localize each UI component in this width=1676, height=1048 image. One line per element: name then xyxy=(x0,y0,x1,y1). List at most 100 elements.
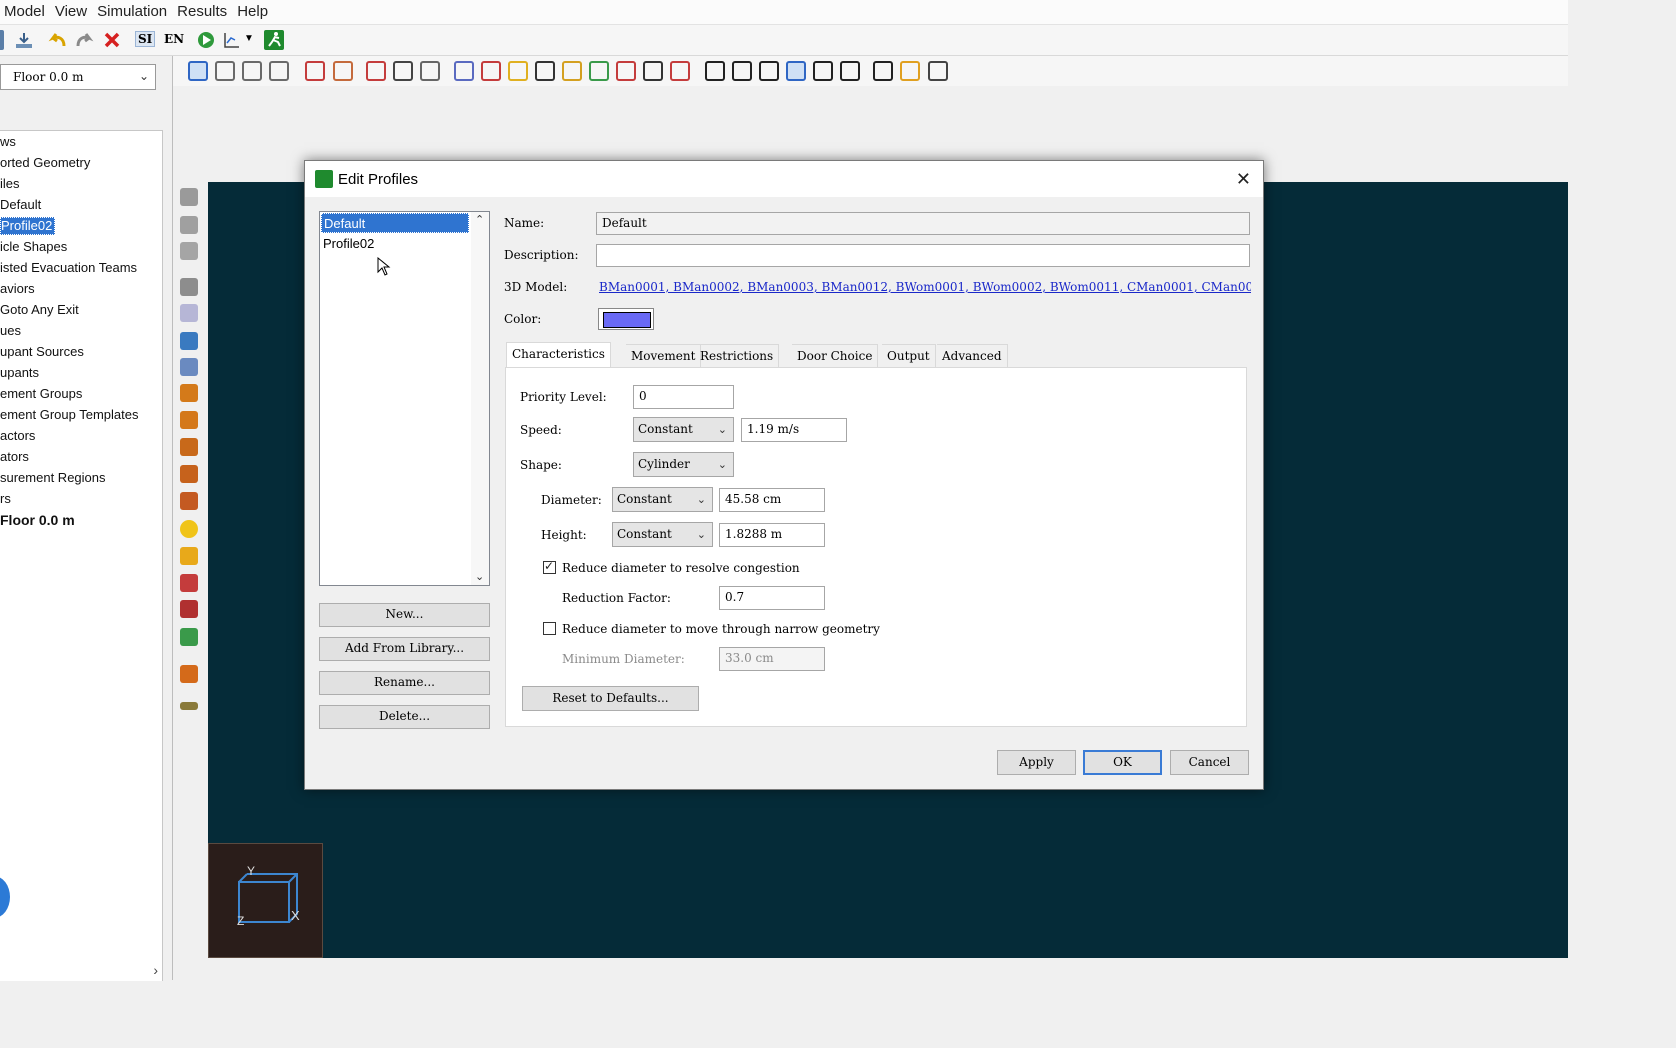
tree-item[interactable]: surement Regions xyxy=(0,470,106,485)
target-icon[interactable] xyxy=(180,665,198,683)
tree-item[interactable]: rs xyxy=(0,491,11,506)
min-diameter-field[interactable]: 33.0 cm xyxy=(719,647,825,671)
menu-model[interactable]: Model xyxy=(0,0,51,20)
cancel-button[interactable]: Cancel xyxy=(1170,750,1249,775)
tree-item[interactable]: orted Geometry xyxy=(0,155,90,170)
profile-list-item[interactable]: Profile02 xyxy=(321,234,469,254)
floor-filter-icon[interactable] xyxy=(333,61,353,81)
reduce-narrow-checkbox[interactable] xyxy=(543,622,556,635)
save-icon[interactable] xyxy=(0,30,4,50)
description-field[interactable] xyxy=(596,244,1250,267)
walk-icon[interactable] xyxy=(759,61,779,81)
pointer-icon[interactable] xyxy=(705,61,725,81)
snap-icon[interactable] xyxy=(873,61,893,81)
color-swatch-button[interactable] xyxy=(598,308,654,330)
view-side-icon[interactable] xyxy=(269,61,289,81)
tree-item[interactable]: ement Groups xyxy=(0,386,82,401)
pan-icon[interactable] xyxy=(786,61,806,81)
measure-filter-icon[interactable] xyxy=(616,61,636,81)
tree-item[interactable]: ators xyxy=(0,449,29,464)
tab-advanced[interactable]: Advanced xyxy=(937,344,1008,368)
diameter-field[interactable]: 45.58 cm xyxy=(719,488,825,512)
tree-item[interactable]: isted Evacuation Teams xyxy=(0,260,137,275)
results-chart-icon[interactable] xyxy=(222,30,242,50)
shape-select[interactable]: Cylinder ⌄ xyxy=(633,452,734,477)
height-mode-select[interactable]: Constant ⌄ xyxy=(612,522,713,547)
exit-icon[interactable] xyxy=(180,492,198,510)
diameter-mode-select[interactable]: Constant ⌄ xyxy=(612,487,713,512)
horizontal-scrollbar[interactable]: › xyxy=(0,960,162,980)
tab-door-choice[interactable]: Door Choice xyxy=(792,344,879,368)
new-profile-button[interactable]: New... xyxy=(319,603,490,627)
tree-item[interactable]: upants xyxy=(0,365,39,380)
zoom-box-icon[interactable] xyxy=(840,61,860,81)
profile-list[interactable]: Default Profile02 ⌃ ⌄ xyxy=(319,211,490,586)
tree-item-selected[interactable]: Profile02 xyxy=(0,217,56,235)
name-field[interactable]: Default xyxy=(596,212,1250,235)
rename-profile-button[interactable]: Rename... xyxy=(319,671,490,695)
close-icon[interactable]: ✕ xyxy=(1236,169,1251,190)
footprint-icon[interactable] xyxy=(535,61,555,81)
redo-icon[interactable] xyxy=(74,30,94,50)
floor-selector[interactable]: Floor 0.0 m ⌄ xyxy=(0,64,156,90)
grid-icon[interactable] xyxy=(900,61,920,81)
door-filter-icon[interactable] xyxy=(393,61,413,81)
orbit-icon[interactable] xyxy=(732,61,752,81)
tree-item[interactable]: Goto Any Exit xyxy=(0,302,79,317)
speed-field[interactable]: 1.19 m/s xyxy=(741,418,847,442)
apply-button[interactable]: Apply xyxy=(997,750,1076,775)
object-filter-icon[interactable] xyxy=(366,61,386,81)
link-icon[interactable] xyxy=(180,242,198,260)
delete-profile-button[interactable]: Delete... xyxy=(319,705,490,729)
dialog-titlebar[interactable]: Edit Profiles ✕ xyxy=(305,161,1263,197)
vertical-scrollbar[interactable]: ⌃ ⌄ xyxy=(471,212,489,585)
room-icon[interactable] xyxy=(180,278,198,296)
stair-filter-icon[interactable] xyxy=(481,61,501,81)
elevator-icon[interactable] xyxy=(180,384,198,402)
model-link[interactable]: BMan0001, BMan0002, BMan0003, BMan0012, … xyxy=(599,280,1251,298)
region-icon[interactable] xyxy=(180,600,198,618)
view-top-icon[interactable] xyxy=(215,61,235,81)
view-perspective-icon[interactable] xyxy=(188,61,208,81)
tree-item[interactable]: ues xyxy=(0,323,21,338)
chevron-up-icon[interactable]: ⌃ xyxy=(475,213,484,226)
menu-view[interactable]: View xyxy=(51,0,93,20)
chevron-right-icon[interactable]: › xyxy=(153,962,158,978)
measurement-icon[interactable] xyxy=(180,574,198,592)
copy-icon[interactable] xyxy=(180,216,198,234)
menu-simulation[interactable]: Simulation xyxy=(93,0,173,20)
occupant-filter-icon[interactable] xyxy=(562,61,582,81)
reduce-congestion-checkbox[interactable] xyxy=(543,559,556,574)
tree-item-floor[interactable]: Floor 0.0 m xyxy=(0,512,75,528)
escalator-icon[interactable] xyxy=(180,438,198,456)
import-icon[interactable] xyxy=(14,30,34,50)
reduction-factor-field[interactable]: 0.7 xyxy=(719,586,825,610)
region-filter-icon[interactable] xyxy=(589,61,609,81)
height-field[interactable]: 1.8288 m xyxy=(719,523,825,547)
tree-item[interactable]: icle Shapes xyxy=(0,239,67,254)
path-filter-icon[interactable] xyxy=(670,61,690,81)
zoom-icon[interactable] xyxy=(813,61,833,81)
ok-button[interactable]: OK xyxy=(1083,750,1162,775)
tree-item[interactable]: upant Sources xyxy=(0,344,84,359)
occupant-icon[interactable] xyxy=(180,520,198,538)
tab-output[interactable]: Output xyxy=(882,344,936,368)
profile-list-item[interactable]: Default xyxy=(321,213,469,233)
wall-filter-icon[interactable] xyxy=(305,61,325,81)
reset-defaults-button[interactable]: Reset to Defaults... xyxy=(522,686,699,711)
ramp-icon[interactable] xyxy=(180,411,198,429)
move-icon[interactable] xyxy=(180,188,198,206)
wall-icon[interactable] xyxy=(180,304,198,322)
door-icon[interactable] xyxy=(180,332,198,350)
menu-results[interactable]: Results xyxy=(173,0,233,20)
tree-item[interactable]: aviors xyxy=(0,281,35,296)
nav-mesh-icon[interactable] xyxy=(454,61,474,81)
fit-icon[interactable] xyxy=(928,61,948,81)
tree-item[interactable]: actors xyxy=(0,428,35,443)
run-simulation-icon[interactable] xyxy=(196,30,216,50)
tree-item[interactable]: ws xyxy=(0,134,16,149)
delete-icon[interactable] xyxy=(102,30,122,50)
units-en-button[interactable]: EN xyxy=(164,32,184,46)
menu-help[interactable]: Help xyxy=(233,0,274,20)
tab-restrictions[interactable]: Restrictions xyxy=(695,344,780,368)
